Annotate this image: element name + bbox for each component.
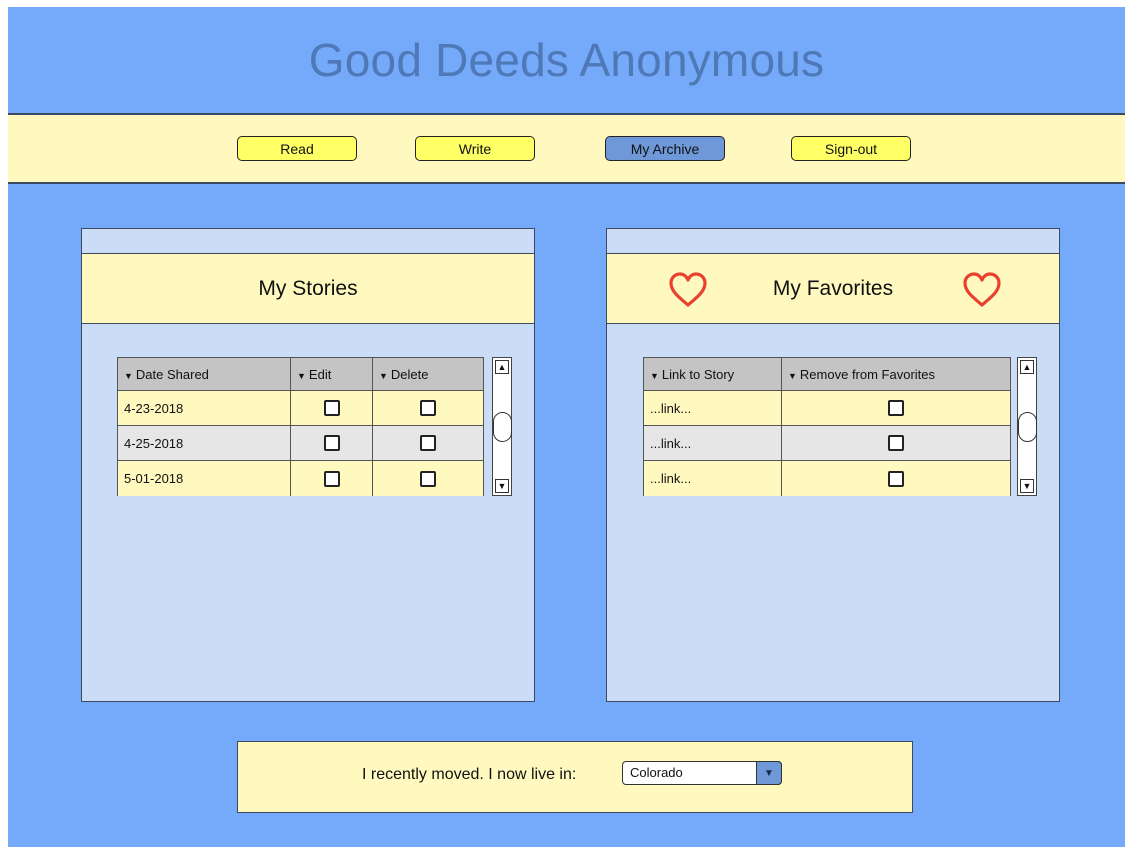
table-row: ...link... [643,425,1011,461]
favorites-scrollbar[interactable]: ▲ ▼ [1017,357,1037,496]
remove-favorite-checkbox[interactable] [888,470,904,487]
table-header-row: ▼ Link to Story ▼ Remove from Favorites [643,357,1011,391]
state-select-value: Colorado [630,765,683,780]
delete-checkbox[interactable] [420,470,436,487]
delete-column-header[interactable]: ▼ Delete [372,357,484,391]
edit-column-header[interactable]: ▼ Edit [290,357,373,391]
edit-checkbox[interactable] [323,435,340,452]
title-bar: Good Deeds Anonymous [8,7,1125,115]
stories-scroll-thumb[interactable] [493,412,512,442]
stories-scrollbar[interactable]: ▲ ▼ [492,357,512,496]
table-row: ...link... [643,390,1011,426]
date-shared-cell: 5-01-2018 [117,460,291,496]
delete-checkbox[interactable] [420,400,436,417]
arrow-down-icon[interactable]: ▼ [1020,479,1034,493]
edit-checkbox[interactable] [323,470,340,487]
my-stories-panel: My Stories ▼ Date Shared ▼ Edit ▼ Delete 4-… [81,228,535,702]
arrow-up-icon[interactable]: ▲ [495,360,509,374]
my-favorites-header: My Favorites [607,253,1059,324]
moved-label: I recently moved. I now live in: [362,766,577,783]
table-header-row: ▼ Date Shared ▼ Edit ▼ Delete [117,357,484,391]
remove-favorite-checkbox[interactable] [888,400,904,417]
my-stories-table: ▼ Date Shared ▼ Edit ▼ Delete 4-23-2018 4-2… [117,357,484,496]
write-button[interactable]: Write [415,136,535,161]
delete-checkbox[interactable] [420,435,436,452]
table-row: ...link... [643,460,1011,496]
arrow-down-icon[interactable]: ▼ [495,479,509,493]
edit-checkbox[interactable] [323,400,340,417]
read-button[interactable]: Read [237,136,357,161]
story-link[interactable]: ...link... [643,425,782,461]
my-stories-title: My Stories [258,276,358,300]
caret-down-icon: ▼ [124,370,133,381]
heart-icon [669,272,707,307]
app-title: Good Deeds Anonymous [308,34,825,86]
remove-favorite-checkbox[interactable] [888,435,904,452]
story-link[interactable]: ...link... [643,390,782,426]
caret-down-icon: ▼ [650,370,659,381]
table-row: 4-23-2018 [117,390,484,426]
caret-down-icon: ▼ [788,370,797,381]
state-select[interactable]: Colorado ▼ [622,761,782,785]
heart-icon [963,272,1001,307]
chevron-down-icon[interactable]: ▼ [756,761,782,785]
caret-down-icon: ▼ [297,370,306,381]
story-link[interactable]: ...link... [643,460,782,496]
sign-out-button[interactable]: Sign-out [791,136,911,161]
table-row: 5-01-2018 [117,460,484,496]
date-shared-cell: 4-25-2018 [117,425,291,461]
arrow-up-icon[interactable]: ▲ [1020,360,1034,374]
my-favorites-panel: My Favorites ▼ Link to Story ▼ Remove from… [606,228,1060,702]
location-bar: I recently moved. I now live in: Colorad… [237,741,913,813]
my-favorites-title: My Favorites [772,276,894,300]
my-stories-header: My Stories [82,253,534,324]
my-archive-button[interactable]: My Archive [605,136,725,161]
table-row: 4-25-2018 [117,425,484,461]
link-to-story-column-header[interactable]: ▼ Link to Story [643,357,782,391]
remove-from-favorites-column-header[interactable]: ▼ Remove from Favorites [781,357,1011,391]
app-window: Good Deeds Anonymous Read Write My Archi… [8,7,1125,847]
date-shared-cell: 4-23-2018 [117,390,291,426]
my-favorites-table: ▼ Link to Story ▼ Remove from Favorites ..… [643,357,1011,496]
caret-down-icon: ▼ [379,370,388,381]
nav-bar: Read Write My Archive Sign-out [8,115,1125,184]
favorites-scroll-thumb[interactable] [1018,412,1037,442]
date-shared-column-header[interactable]: ▼ Date Shared [117,357,291,391]
